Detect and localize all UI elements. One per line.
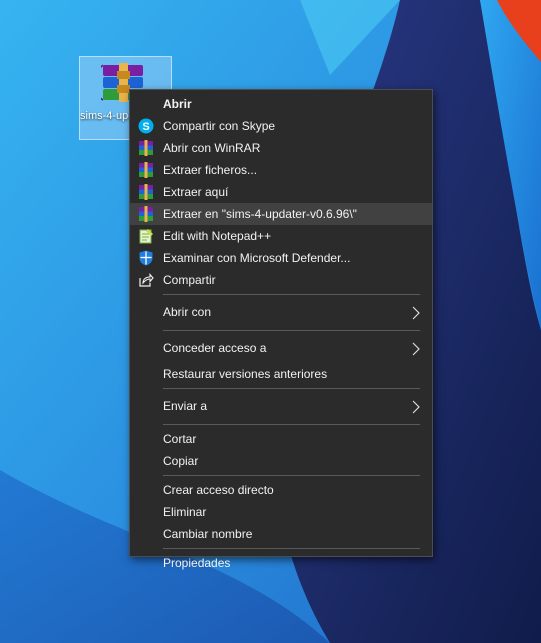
menu-item-label: Copiar (163, 454, 199, 468)
svg-text:S: S (142, 121, 149, 133)
menu-separator (163, 475, 420, 476)
menu-item-label: Cortar (163, 432, 197, 446)
menu-item-crear-acceso-directo[interactable]: Crear acceso directo (130, 479, 432, 501)
menu-item-restaurar-versiones[interactable]: Restaurar versiones anteriores (130, 363, 432, 385)
menu-item-cambiar-nombre[interactable]: Cambiar nombre (130, 523, 432, 545)
menu-separator (163, 388, 420, 389)
winrar-icon (138, 184, 154, 200)
menu-item-abrir[interactable]: Abrir (130, 93, 432, 115)
menu-item-enviar-a[interactable]: Enviar a (130, 392, 432, 421)
submenu-arrow-icon (412, 298, 422, 327)
menu-item-label: Extraer ficheros... (163, 163, 258, 177)
context-menu[interactable]: Abrir S Compartir con Skype Abrir con Wi… (129, 89, 433, 570)
menu-item-label: Abrir con WinRAR (163, 141, 261, 155)
menu-item-label: Compartir con Skype (163, 119, 276, 133)
menu-item-abrir-winrar[interactable]: Abrir con WinRAR (130, 137, 432, 159)
menu-item-label: Eliminar (163, 505, 207, 519)
menu-item-label: Abrir con (163, 305, 212, 319)
menu-item-compartir[interactable]: Compartir (130, 269, 432, 291)
menu-item-edit-notepad[interactable]: Edit with Notepad++ (130, 225, 432, 247)
menu-item-propiedades[interactable]: Propiedades (130, 552, 432, 574)
menu-item-label: Restaurar versiones anteriores (163, 367, 328, 381)
menu-item-abrir-con[interactable]: Abrir con (130, 298, 432, 327)
menu-item-label: Extraer aquí (163, 185, 229, 199)
menu-item-label: Crear acceso directo (163, 483, 274, 497)
menu-item-copiar[interactable]: Copiar (130, 450, 432, 472)
menu-item-label: Cambiar nombre (163, 527, 253, 541)
menu-item-label: Conceder acceso a (163, 341, 267, 355)
menu-item-extraer-en[interactable]: Extraer en "sims-4-updater-v0.6.96\" (130, 203, 432, 225)
winrar-icon (138, 140, 154, 156)
menu-item-label: Edit with Notepad++ (163, 229, 272, 243)
desktop[interactable]: sims-4-updater-v0.6.96 Abrir S Compartir… (0, 0, 541, 643)
menu-item-compartir-skype[interactable]: S Compartir con Skype (130, 115, 432, 137)
share-icon (138, 272, 154, 288)
menu-item-label: Abrir (163, 97, 192, 111)
defender-shield-icon (138, 250, 154, 266)
winrar-icon (138, 162, 154, 178)
menu-item-label: Extraer en "sims-4-updater-v0.6.96\" (163, 207, 357, 221)
menu-separator (163, 548, 420, 549)
menu-item-eliminar[interactable]: Eliminar (130, 501, 432, 523)
notepad-plus-plus-icon (138, 228, 154, 244)
submenu-arrow-icon (412, 334, 422, 363)
submenu-arrow-icon (412, 392, 422, 421)
menu-item-conceder-acceso[interactable]: Conceder acceso a (130, 334, 432, 363)
menu-item-label: Propiedades (163, 556, 231, 570)
winrar-icon (138, 206, 154, 222)
menu-item-extraer-ficheros[interactable]: Extraer ficheros... (130, 159, 432, 181)
menu-separator (163, 424, 420, 425)
menu-item-label: Examinar con Microsoft Defender... (163, 251, 351, 265)
menu-item-label: Enviar a (163, 399, 208, 413)
menu-item-cortar[interactable]: Cortar (130, 428, 432, 450)
menu-separator (163, 330, 420, 331)
skype-icon: S (138, 118, 154, 134)
menu-separator (163, 294, 420, 295)
menu-item-examinar-defender[interactable]: Examinar con Microsoft Defender... (130, 247, 432, 269)
menu-item-extraer-aqui[interactable]: Extraer aquí (130, 181, 432, 203)
menu-item-label: Compartir (163, 273, 216, 287)
